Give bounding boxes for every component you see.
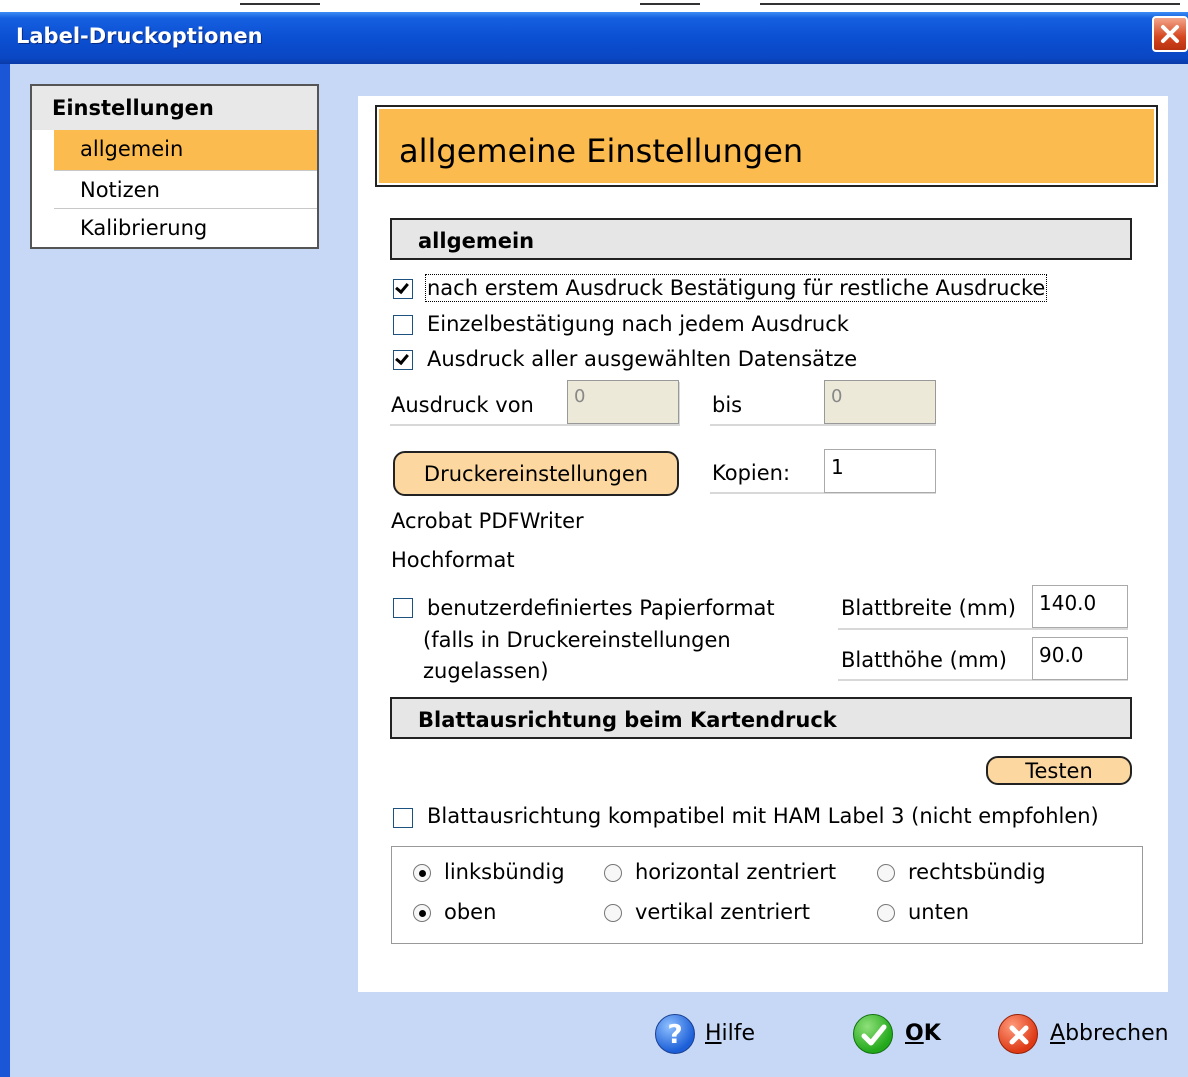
- sidebar-item-label: Notizen: [80, 178, 160, 202]
- range-from-label: Ausdruck von: [391, 393, 534, 417]
- radio-top[interactable]: [413, 904, 431, 922]
- radio-top-label[interactable]: oben: [444, 900, 496, 924]
- copies-field[interactable]: 1: [824, 449, 936, 493]
- custom-paper-label-line1[interactable]: benutzerdefiniertes Papierformat: [427, 596, 775, 620]
- cancel-button[interactable]: Abbrechen: [998, 1014, 1174, 1056]
- print-all-selected-label[interactable]: Ausdruck aller ausgewählten Datensätze: [427, 347, 857, 371]
- radio-right-aligned[interactable]: [877, 864, 895, 882]
- sidebar-header: Einstellungen: [32, 86, 317, 130]
- printer-settings-button[interactable]: Druckereinstellungen: [393, 451, 679, 496]
- settings-sidebar: Einstellungen allgemein Notizen Kalibrie…: [30, 84, 319, 249]
- help-button[interactable]: ? Hilfe: [655, 1014, 765, 1056]
- radio-bottom[interactable]: [877, 904, 895, 922]
- window-frame: [0, 64, 10, 1077]
- ok-label: OK: [905, 1021, 941, 1046]
- help-label: Hilfe: [705, 1021, 756, 1046]
- sidebar-item-kalibrierung[interactable]: Kalibrierung: [54, 208, 317, 248]
- custom-paper-label-line2: (falls in Druckereinstellungen: [423, 628, 731, 652]
- custom-paper-checkbox[interactable]: [393, 598, 413, 618]
- ham-compat-checkbox[interactable]: [393, 808, 413, 828]
- printer-name: Acrobat PDFWriter: [391, 509, 584, 533]
- sidebar-item-label: Kalibrierung: [80, 216, 208, 240]
- checkmark-icon: [853, 1014, 893, 1054]
- section-header-alignment: Blattausrichtung beim Kartendruck: [390, 697, 1132, 739]
- range-to-label: bis: [712, 393, 743, 417]
- window-title: Label-Druckoptionen: [16, 24, 263, 48]
- radio-left-aligned-label[interactable]: linksbündig: [444, 860, 565, 884]
- test-button[interactable]: Testen: [986, 756, 1132, 785]
- radio-horizontal-centered-label[interactable]: horizontal zentriert: [635, 860, 836, 884]
- copies-label: Kopien:: [712, 461, 791, 485]
- close-button[interactable]: [1152, 16, 1188, 52]
- help-icon: ?: [655, 1014, 695, 1054]
- range-from-field[interactable]: 0: [567, 380, 679, 424]
- section-header-general: allgemein: [390, 218, 1132, 260]
- sidebar-item-allgemein[interactable]: allgemein: [54, 130, 317, 170]
- print-all-selected-checkbox[interactable]: [393, 350, 413, 370]
- sidebar-item-notizen[interactable]: Notizen: [54, 170, 317, 210]
- custom-paper-label-line3: zugelassen): [423, 659, 549, 683]
- orientation-text: Hochformat: [391, 548, 515, 572]
- radio-vertical-centered[interactable]: [604, 904, 622, 922]
- radio-bottom-label[interactable]: unten: [908, 900, 969, 924]
- background-strip: [0, 0, 1188, 12]
- radio-vertical-centered-label[interactable]: vertikal zentriert: [635, 900, 810, 924]
- confirm-each-checkbox[interactable]: [393, 315, 413, 335]
- confirm-after-first-checkbox[interactable]: [393, 279, 413, 299]
- confirm-after-first-label[interactable]: nach erstem Ausdruck Bestätigung für res…: [424, 274, 1048, 302]
- paper-width-field[interactable]: 140.0: [1032, 585, 1128, 628]
- paper-height-field[interactable]: 90.0: [1032, 637, 1128, 680]
- range-to-field[interactable]: 0: [824, 380, 936, 424]
- close-icon: [1161, 25, 1179, 43]
- title-bar[interactable]: Label-Druckoptionen: [0, 12, 1188, 64]
- paper-width-label: Blattbreite (mm): [841, 596, 1016, 620]
- radio-right-aligned-label[interactable]: rechtsbündig: [908, 860, 1046, 884]
- paper-height-label: Blatthöhe (mm): [841, 648, 1007, 672]
- page-title: allgemeine Einstellungen: [375, 105, 1158, 187]
- confirm-each-label[interactable]: Einzelbestätigung nach jedem Ausdruck: [427, 312, 849, 336]
- radio-horizontal-centered[interactable]: [604, 864, 622, 882]
- radio-left-aligned[interactable]: [413, 864, 431, 882]
- cancel-label: Abbrechen: [1050, 1021, 1169, 1046]
- cancel-icon: [998, 1014, 1038, 1054]
- ham-compat-label[interactable]: Blattausrichtung kompatibel mit HAM Labe…: [427, 804, 1099, 828]
- sidebar-item-label: allgemein: [80, 137, 184, 161]
- page-title-text: allgemeine Einstellungen: [379, 109, 1154, 183]
- ok-button[interactable]: OK: [853, 1014, 948, 1056]
